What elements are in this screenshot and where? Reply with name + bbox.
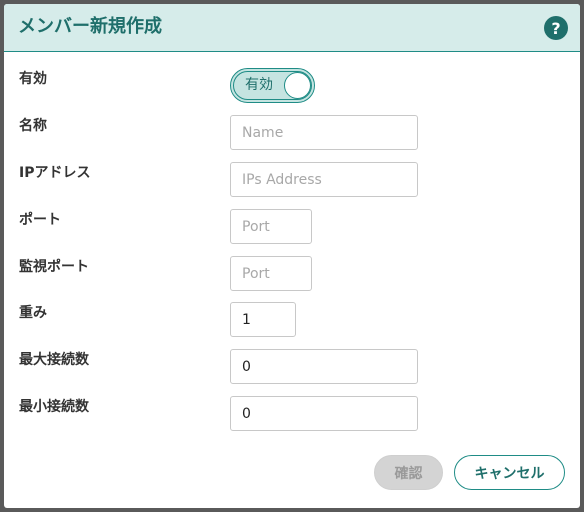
- port-label: ポート: [19, 212, 61, 228]
- toggle-text: 有効: [245, 77, 273, 93]
- help-icon[interactable]: ?: [544, 16, 568, 40]
- max-connections-label: 最大接続数: [19, 352, 89, 368]
- dialog-header: メンバー新規作成 ?: [4, 4, 580, 52]
- monitor-port-label: 監視ポート: [19, 259, 89, 275]
- name-input[interactable]: [230, 115, 418, 150]
- member-create-dialog: メンバー新規作成 ? 有効 有効 名称 IPアドレス ポート 監視ポート 重み …: [4, 4, 580, 508]
- ip-address-label: IPアドレス: [19, 165, 91, 181]
- max-connections-input[interactable]: [230, 349, 418, 384]
- dialog-title: メンバー新規作成: [18, 16, 162, 37]
- monitor-port-input[interactable]: [230, 256, 312, 291]
- port-input[interactable]: [230, 209, 312, 244]
- weight-input[interactable]: [230, 302, 296, 337]
- weight-label: 重み: [19, 305, 47, 321]
- enabled-toggle[interactable]: 有効: [230, 68, 315, 103]
- confirm-button[interactable]: 確認: [374, 455, 443, 490]
- ip-address-input[interactable]: [230, 162, 418, 197]
- min-connections-input[interactable]: [230, 396, 418, 431]
- min-connections-label: 最小接続数: [19, 399, 89, 415]
- cancel-button[interactable]: キャンセル: [454, 455, 565, 490]
- name-label: 名称: [19, 118, 47, 134]
- enabled-label: 有効: [19, 71, 47, 87]
- toggle-knob: [284, 72, 311, 99]
